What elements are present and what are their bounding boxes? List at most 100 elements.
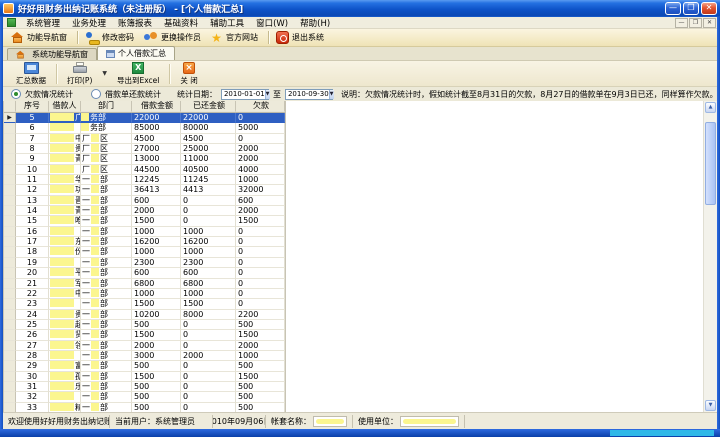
cell-department: 务部 xyxy=(81,113,132,123)
column-header[interactable]: 欠款 xyxy=(236,101,285,112)
table-row[interactable]: 6务部85000800005000 xyxy=(4,123,285,133)
status-unit-name: 使用单位： xyxy=(353,415,465,428)
column-header[interactable]: 已还金额 xyxy=(181,101,236,112)
cell-owed-amount: 500 xyxy=(236,320,285,330)
cell-department: 一部 xyxy=(81,382,132,392)
toolbar-button-2[interactable]: 修改密码 xyxy=(82,30,140,45)
table-row[interactable]: 23一部150015000 xyxy=(4,299,285,309)
column-header[interactable]: 序号 xyxy=(16,101,49,112)
tab-system-navigator[interactable]: 系统功能导航窗 xyxy=(7,48,97,60)
scroll-up-icon[interactable]: ▲ xyxy=(705,102,716,113)
cell-department: 一部 xyxy=(81,330,132,340)
mdi-minimize-button[interactable]: — xyxy=(675,18,688,28)
cell-seq: 5 xyxy=(16,113,49,123)
cell-department: 一部 xyxy=(81,237,132,247)
toolbar-button-3[interactable]: 更换操作员 xyxy=(140,30,207,45)
table-row[interactable]: 11华一部12245112451000 xyxy=(4,175,285,185)
print-dropdown-icon[interactable]: ▼ xyxy=(99,70,110,77)
radio-debt-statistics[interactable] xyxy=(11,89,21,99)
toolbar-button-5[interactable]: 退出系统 xyxy=(273,30,330,45)
cell-borrower: 超 xyxy=(49,320,81,330)
report-toolbar-button-1[interactable]: 汇总数据 xyxy=(9,61,53,87)
summary-monitor-icon xyxy=(24,62,39,74)
row-indicator xyxy=(4,289,16,299)
department-fragment: 部 xyxy=(99,320,109,329)
chevron-down-icon[interactable]: ▼ xyxy=(265,90,270,99)
cell-seq: 21 xyxy=(16,279,49,289)
table-row[interactable]: 15唯一部150001500 xyxy=(4,216,285,226)
redaction-highlight xyxy=(50,185,74,193)
cell-repaid-amount: 4413 xyxy=(181,185,236,195)
chevron-down-icon[interactable]: ▼ xyxy=(329,90,334,99)
cell-repaid-amount: 16200 xyxy=(181,237,236,247)
scrollbar-thumb[interactable] xyxy=(705,122,716,205)
row-indicator xyxy=(4,351,16,361)
report-toolbar-button-2[interactable]: 打印(P) xyxy=(60,61,99,87)
cell-department: 厂区 xyxy=(81,165,132,175)
vertical-scrollbar[interactable]: ▲ ▼ xyxy=(703,101,717,412)
date-to-select[interactable]: 2010-09-30 ▼ xyxy=(285,89,333,100)
table-row[interactable]: 30孤一部150001500 xyxy=(4,372,285,382)
table-row[interactable]: 22中一部100010000 xyxy=(4,289,285,299)
cell-borrow-amount: 1500 xyxy=(132,216,181,226)
cell-department: 一部 xyxy=(81,392,132,402)
table-row[interactable]: 13晋一部6000600 xyxy=(4,196,285,206)
title-bar[interactable]: 好好用财务出纳记账系统（未注册版） - [个人借款汇总] — ❐ ✕ xyxy=(0,0,720,17)
column-header[interactable]: 借款金额 xyxy=(132,101,181,112)
mdi-restore-button[interactable]: ❐ xyxy=(689,18,702,28)
redaction-highlight xyxy=(50,320,74,328)
menu-item[interactable]: 基础资料 xyxy=(158,17,204,28)
radio-repay-label: 借款单还款统计 xyxy=(105,89,161,100)
scroll-down-icon[interactable]: ▼ xyxy=(705,400,716,411)
redaction-highlight xyxy=(50,361,74,369)
menu-item[interactable]: 帮助(H) xyxy=(294,17,336,28)
column-header[interactable]: 借款人 xyxy=(49,101,81,112)
table-row[interactable]: 17东一部16200162000 xyxy=(4,237,285,247)
menu-item[interactable]: 账簿报表 xyxy=(112,17,158,28)
close-button[interactable]: ✕ xyxy=(701,2,717,15)
table-row[interactable]: 10厂区44500405004000 xyxy=(4,165,285,175)
minimize-button[interactable]: — xyxy=(665,2,681,15)
menu-item[interactable]: 窗口(W) xyxy=(250,17,294,28)
table-row[interactable]: 7中厂区450045000 xyxy=(4,134,285,144)
menu-item[interactable]: 辅助工具 xyxy=(204,17,250,28)
maximize-button[interactable]: ❐ xyxy=(683,2,699,15)
table-row[interactable]: 24贵一部1020080002200 xyxy=(4,310,285,320)
table-row[interactable]: ▶5广务部22000220000 xyxy=(4,113,285,123)
mdi-close-button[interactable]: ✕ xyxy=(703,18,716,28)
table-row[interactable]: 18份一部100010000 xyxy=(4,247,285,257)
tab-personal-loan-summary[interactable]: 个人借款汇总 xyxy=(97,46,175,60)
table-row[interactable]: 32一部5000500 xyxy=(4,392,285,402)
table-row[interactable]: 9青厂区13000110002000 xyxy=(4,154,285,164)
toolbar-button-1[interactable]: 功能导航窗 xyxy=(8,30,73,45)
radio-repay-statistics[interactable] xyxy=(91,89,101,99)
report-toolbar-button-3[interactable]: X导出到Excel xyxy=(110,61,166,87)
menu-item[interactable]: 业务处理 xyxy=(66,17,112,28)
mdi-child-icon[interactable] xyxy=(7,18,16,27)
cell-seq: 14 xyxy=(16,206,49,216)
report-toolbar-button-4[interactable]: ×关 闭 xyxy=(173,61,204,87)
table-row[interactable]: 14青一部200002000 xyxy=(4,206,285,216)
table-row[interactable]: 26贤一部150001500 xyxy=(4,330,285,340)
toolbar-button-4[interactable]: ★官方网站 xyxy=(207,30,264,45)
department-fragment: 部 xyxy=(99,206,109,215)
department-fragment: 部 xyxy=(99,237,109,246)
table-row[interactable]: 31乐一部5000500 xyxy=(4,382,285,392)
menu-item[interactable]: 系统管理 xyxy=(20,17,66,28)
table-row[interactable]: 16一部100010000 xyxy=(4,227,285,237)
table-row[interactable]: 20平一部6006000 xyxy=(4,268,285,278)
table-row[interactable]: 19一部230023000 xyxy=(4,258,285,268)
report-toolbar-button-label: 打印(P) xyxy=(67,75,92,86)
table-row[interactable]: 29富一部5000500 xyxy=(4,361,285,371)
table-row[interactable]: 28一部300020001000 xyxy=(4,351,285,361)
column-header[interactable]: 部门 xyxy=(81,101,132,112)
redaction-highlight xyxy=(50,372,74,380)
cell-seq: 25 xyxy=(16,320,49,330)
table-row[interactable]: 8贵厂区27000250002000 xyxy=(4,144,285,154)
date-from-select[interactable]: 2010-01-01 ▼ xyxy=(221,89,269,100)
cell-owed-amount: 0 xyxy=(236,237,285,247)
table-row[interactable]: 21军一部680068000 xyxy=(4,279,285,289)
table-row[interactable]: 25超一部5000500 xyxy=(4,320,285,330)
table-row[interactable]: 27领一部200002000 xyxy=(4,341,285,351)
table-row[interactable]: 12功一部36413441332000 xyxy=(4,185,285,195)
